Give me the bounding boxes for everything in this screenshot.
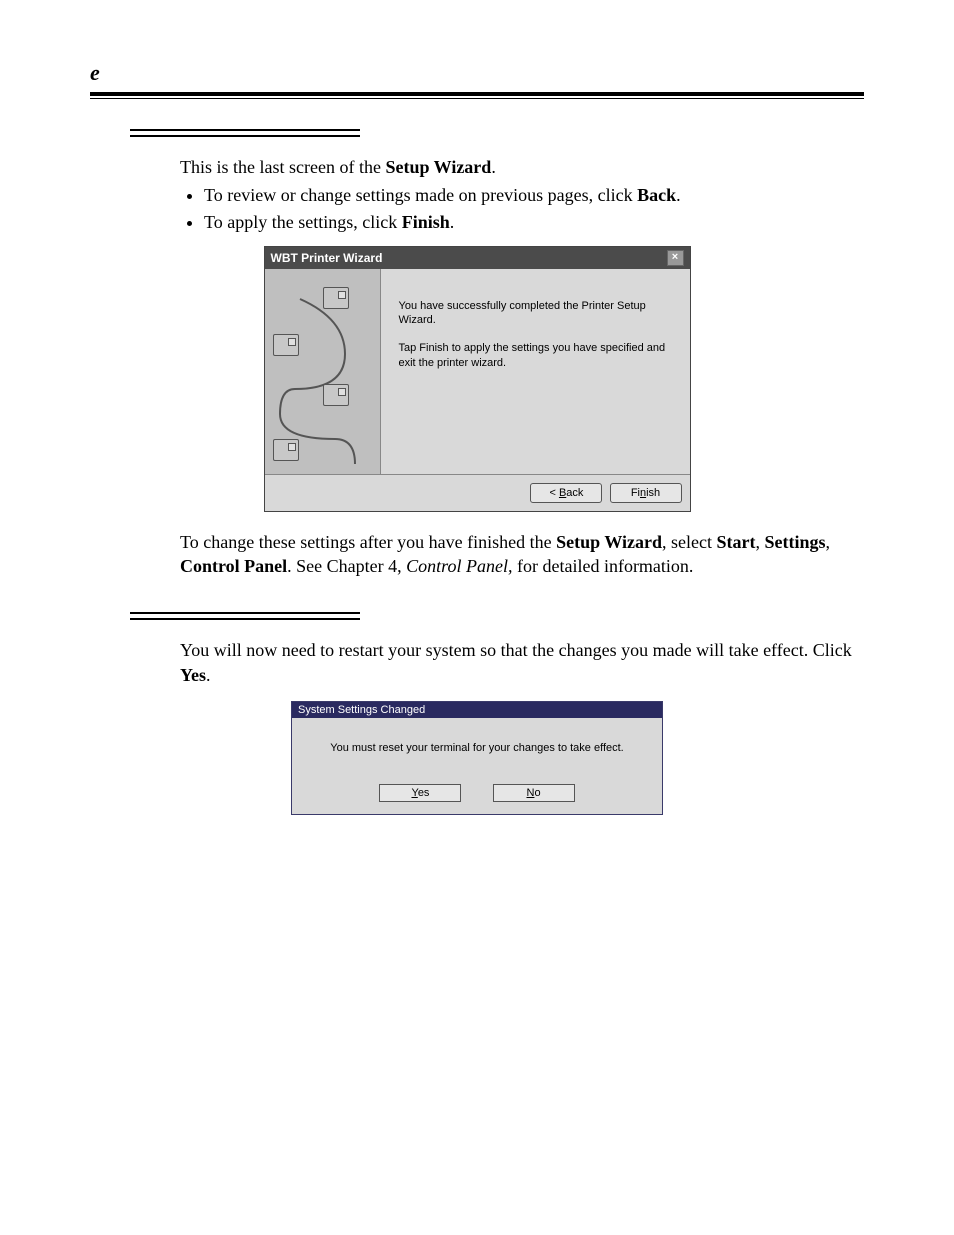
yes-button[interactable]: Yes — [379, 784, 461, 802]
wizard-sidebar-graphic — [265, 269, 381, 474]
intro-text: This is the last screen of the — [180, 157, 385, 177]
printer-icon — [273, 439, 299, 461]
pw-b2: Start — [716, 532, 755, 552]
page-header-letter: e — [90, 60, 864, 86]
printer-icon — [273, 334, 299, 356]
dialog-message: You must reset your terminal for your ch… — [306, 742, 648, 754]
intro-bullets: To review or change settings made on pre… — [180, 183, 864, 234]
bullet2-bold: Finish — [402, 212, 450, 232]
bullet1-bold: Back — [637, 185, 676, 205]
bullet2-post: . — [450, 212, 455, 232]
pw-b1: Setup Wizard — [556, 532, 662, 552]
intro-bold: Setup Wizard — [385, 157, 491, 177]
post-wizard-para: To change these settings after you have … — [180, 530, 864, 579]
finish-button[interactable]: Finish — [610, 483, 682, 503]
wizard-content: You have successfully completed the Prin… — [381, 269, 690, 474]
no-rest: o — [534, 787, 540, 799]
wizard-msg-2: Tap Finish to apply the settings you hav… — [399, 341, 672, 370]
pw-m1: , select — [662, 532, 716, 552]
system-settings-dialog: System Settings Changed You must reset y… — [291, 701, 663, 815]
header-rule-thick — [90, 92, 864, 96]
dialog-titlebar[interactable]: System Settings Changed — [292, 702, 662, 718]
section-divider — [130, 612, 360, 620]
bullet1-post: . — [676, 185, 681, 205]
bullet2-pre: To apply the settings, click — [204, 212, 402, 232]
back-access: B — [559, 487, 566, 499]
intro-post: . — [491, 157, 496, 177]
finish-access: n — [640, 487, 646, 499]
pw-m3: , — [825, 532, 830, 552]
bullet-review: To review or change settings made on pre… — [204, 183, 864, 207]
restart-bold: Yes — [180, 665, 206, 685]
pw-pre: To change these settings after you have … — [180, 532, 556, 552]
wizard-msg-1: You have successfully completed the Prin… — [399, 299, 672, 328]
no-button[interactable]: No — [493, 784, 575, 802]
bullet1-pre: To review or change settings made on pre… — [204, 185, 637, 205]
section-divider — [130, 129, 360, 137]
restart-pre: You will now need to restart your system… — [180, 640, 852, 660]
intro-sentence: This is the last screen of the Setup Wiz… — [180, 155, 864, 179]
wizard-title: WBT Printer Wizard — [271, 251, 383, 265]
bullet-apply: To apply the settings, click Finish. — [204, 210, 864, 234]
wizard-footer: < Back Finish — [265, 474, 690, 511]
printer-icon — [323, 384, 349, 406]
restart-post: . — [206, 665, 211, 685]
yes-rest: es — [418, 787, 430, 799]
printer-wizard-window: WBT Printer Wizard × You have successful… — [264, 246, 691, 512]
back-button[interactable]: < Back — [530, 483, 602, 503]
wizard-titlebar[interactable]: WBT Printer Wizard × — [265, 247, 690, 269]
restart-para: You will now need to restart your system… — [180, 638, 864, 687]
pw-b3: Settings — [764, 532, 825, 552]
pw-post: for detailed information. — [512, 556, 693, 576]
header-rule-thin — [90, 98, 864, 99]
pw-italic: Control Panel, — [406, 556, 512, 576]
pw-b4: Control Panel — [180, 556, 287, 576]
pw-m4: . See Chapter 4, — [287, 556, 406, 576]
printer-icon — [323, 287, 349, 309]
close-icon[interactable]: × — [667, 250, 684, 266]
